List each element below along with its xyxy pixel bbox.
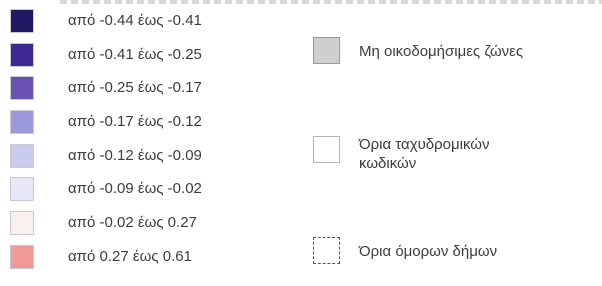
municipal-boundary-swatch (313, 237, 340, 264)
class-label: από -0.25 έως -0.17 (68, 79, 202, 97)
class-swatch (10, 143, 34, 168)
postal-boundary-label: Όρια ταχυδρομικών κωδικών (359, 136, 490, 172)
class-label: από -0.02 έως 0.27 (68, 214, 197, 232)
nonbuildable-swatch (313, 37, 340, 64)
class-label: από -0.12 έως -0.09 (68, 146, 202, 164)
class-swatch (10, 9, 34, 33)
class-label: από -0.09 έως -0.02 (68, 180, 202, 198)
nonbuildable-label: Μη οικοδομήσιμες ζώνες (359, 43, 524, 60)
class-swatch (10, 42, 34, 67)
municipal-boundary-label: Όρια όμορων δήμων (359, 243, 498, 260)
class-swatch (10, 177, 34, 202)
class-label: από 0.27 έως 0.61 (68, 247, 192, 265)
class-swatch (10, 110, 34, 135)
truncated-header-strip (60, 0, 602, 4)
class-label: από -0.17 έως -0.12 (68, 113, 202, 131)
class-label: από -0.44 έως -0.41 (68, 12, 202, 29)
class-swatch (10, 76, 34, 101)
class-label: από -0.41 έως -0.25 (68, 45, 202, 63)
postal-boundary-swatch (313, 136, 340, 163)
class-swatch (10, 211, 34, 236)
class-swatch (10, 244, 34, 269)
